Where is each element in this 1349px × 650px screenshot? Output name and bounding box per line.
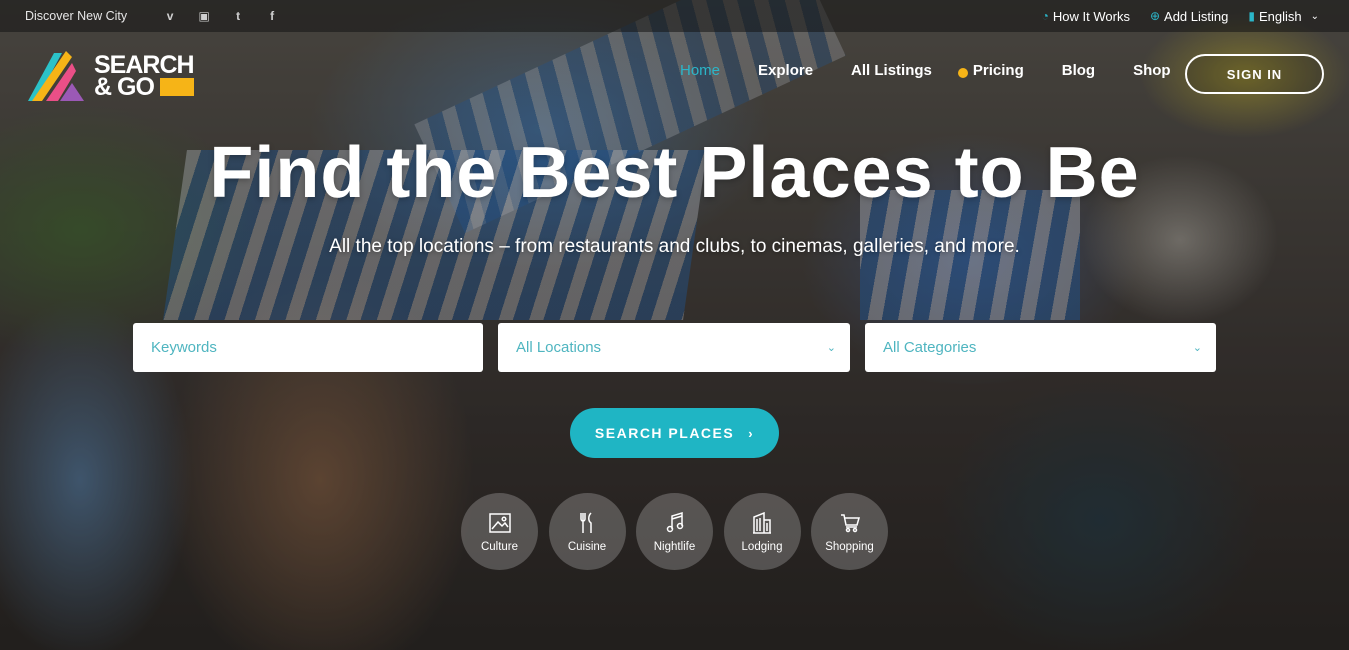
top-bar: Discover New City v ▣ t f ◔ How It Works…	[0, 0, 1349, 32]
chevron-down-icon: ⌄	[1192, 342, 1202, 354]
logo-yellow-bar	[159, 78, 194, 96]
add-listing-link[interactable]: ⊕ Add Listing	[1150, 9, 1228, 24]
logo-wordmark: SEARCH & GO	[94, 53, 195, 101]
category-lodging[interactable]: Lodging	[723, 493, 801, 570]
location-select-value: All Locations	[516, 339, 602, 356]
discover-city-link[interactable]: Discover New City	[25, 9, 127, 23]
picture-icon	[488, 511, 511, 535]
how-it-works-label: How It Works	[1052, 8, 1130, 24]
social-links: v ▣ t f	[153, 9, 289, 23]
category-nightlife[interactable]: Nightlife	[636, 493, 713, 570]
search-places-label: SEARCH PLACES	[594, 425, 735, 441]
chevron-down-icon: ⌄	[1310, 10, 1319, 22]
nav-all-listings[interactable]: All Listings	[851, 62, 932, 79]
search-places-button[interactable]: SEARCH PLACES ›	[570, 408, 779, 458]
add-listing-label: Add Listing	[1164, 8, 1229, 24]
category-label: Nightlife	[653, 540, 696, 553]
category-select[interactable]: All Categories ⌄	[865, 323, 1216, 372]
location-select[interactable]: All Locations ⌄	[498, 323, 850, 372]
vimeo-icon[interactable]: v	[153, 9, 187, 23]
hero-title: Find the Best Places to Be	[209, 133, 1140, 213]
pie-chart-icon: ◔	[1041, 9, 1049, 23]
category-label: Culture	[480, 540, 519, 553]
building-icon	[752, 511, 772, 535]
nav-pricing[interactable]: Pricing	[957, 62, 1024, 79]
category-shortcuts: Culture Cuisine Nightlife Lodging Shoppi…	[461, 493, 899, 570]
nav-home[interactable]: Home	[680, 62, 720, 79]
main-nav: Home Explore All Listings Pricing Blog S…	[680, 62, 1209, 79]
plus-circle-icon: ⊕	[1149, 9, 1161, 23]
book-icon: ▮	[1248, 9, 1255, 23]
logo-line2: & GO	[94, 73, 155, 101]
category-select-value: All Categories	[883, 339, 977, 356]
sign-in-button[interactable]: SIGN IN	[1185, 54, 1324, 94]
nav-shop[interactable]: Shop	[1133, 62, 1171, 79]
chevron-right-icon: ›	[748, 425, 755, 441]
logo-mark-icon	[28, 51, 84, 101]
shopping-cart-icon	[840, 511, 860, 535]
category-culture[interactable]: Culture	[461, 493, 538, 570]
how-it-works-link[interactable]: ◔ How It Works	[1042, 9, 1130, 24]
category-label: Lodging	[741, 540, 783, 553]
pricing-badge-dot	[957, 67, 968, 78]
keywords-input[interactable]	[151, 339, 469, 356]
nav-blog[interactable]: Blog	[1062, 62, 1095, 79]
instagram-icon[interactable]: ▣	[187, 9, 221, 23]
language-label: English	[1258, 8, 1302, 24]
music-note-icon	[666, 511, 684, 535]
category-label: Cuisine	[567, 540, 607, 553]
facebook-icon[interactable]: f	[255, 9, 289, 23]
category-cuisine[interactable]: Cuisine	[548, 493, 626, 570]
hero-subtitle: All the top locations – from restaurants…	[329, 236, 1020, 257]
language-selector[interactable]: ▮ English ⌄	[1248, 9, 1319, 24]
nav-pricing-label: Pricing	[972, 62, 1024, 79]
category-label: Shopping	[825, 540, 874, 553]
twitter-icon[interactable]: t	[221, 9, 255, 23]
chevron-down-icon: ⌄	[826, 342, 836, 354]
keywords-field[interactable]	[133, 323, 483, 372]
brand-logo[interactable]: SEARCH & GO	[26, 48, 201, 104]
category-shopping[interactable]: Shopping	[811, 493, 888, 570]
nav-explore[interactable]: Explore	[758, 62, 813, 79]
fork-knife-icon	[578, 511, 596, 535]
